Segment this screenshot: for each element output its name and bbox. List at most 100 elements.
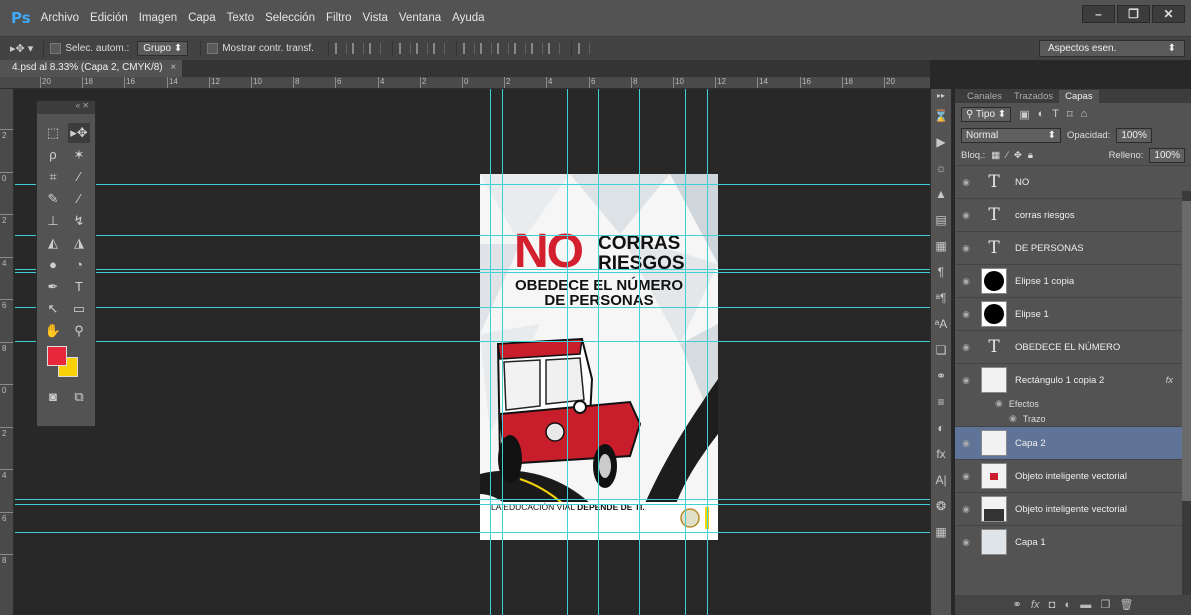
layer-row[interactable]: ◉ Capa 1 <box>955 525 1191 558</box>
history-brush-icon[interactable]: ↯ <box>68 211 90 231</box>
guide-horizontal[interactable] <box>15 307 930 308</box>
move-tool-icon[interactable]: ▸✥ ▾ <box>10 42 33 55</box>
fx-badge[interactable]: fx <box>1166 375 1173 386</box>
styles-icon[interactable]: fx <box>931 441 951 467</box>
visibility-eye-icon[interactable]: ◉ <box>955 342 977 353</box>
tool-presets-icon[interactable]: ≡ <box>931 389 951 415</box>
guide-horizontal[interactable] <box>15 184 930 185</box>
tab-close-icon[interactable]: × <box>170 62 176 73</box>
visibility-eye-icon[interactable]: ◉ <box>955 537 977 548</box>
workspace-dropdown[interactable]: Aspectos esen. ⬍ <box>1039 40 1185 57</box>
visibility-eye-icon[interactable]: ◉ <box>955 375 977 386</box>
menu-vista[interactable]: Vista <box>363 12 388 24</box>
filter-shape-icon[interactable]: ⌑ <box>1067 108 1073 121</box>
filter-type-icon[interactable]: T <box>1052 108 1059 120</box>
visibility-eye-icon[interactable]: ◉ <box>955 210 977 221</box>
auto-select-checkbox[interactable] <box>50 43 62 54</box>
move-icon[interactable]: ▸✥ <box>68 123 90 143</box>
layer-name[interactable]: Objeto inteligente vectorial <box>1015 504 1127 515</box>
layer-name[interactable]: OBEDECE EL NÚMERO <box>1015 342 1120 353</box>
path-select-icon[interactable]: ↖ <box>42 299 64 319</box>
menu-edicion[interactable]: Edición <box>90 12 128 24</box>
layer-row[interactable]: ◉ T corras riesgos <box>955 198 1191 231</box>
filter-kind-dropdown[interactable]: ⚲ Tipo ⬍ <box>961 106 1012 122</box>
minimize-button[interactable]: – <box>1082 5 1115 23</box>
visibility-eye-icon[interactable]: ◉ <box>955 309 977 320</box>
guide-horizontal[interactable] <box>15 532 930 533</box>
distribute-top-icon[interactable] <box>462 43 475 54</box>
quick-mask-icon[interactable]: ◙ <box>42 387 64 407</box>
layer-row[interactable]: ◉ Elipse 1 <box>955 297 1191 330</box>
align-top-icon[interactable] <box>334 43 347 54</box>
effects-row[interactable]: ◉ Efectos <box>955 396 1191 411</box>
crop-icon[interactable]: ⌗ <box>42 167 64 187</box>
distribute-hcenter-icon[interactable] <box>530 43 543 54</box>
mask-icon[interactable]: ◘ <box>1049 599 1056 611</box>
poster-document[interactable]: NO CORRAS RIESGOS OBEDECE EL NÚMERO DE P… <box>480 174 718 540</box>
layer-name[interactable]: Rectángulo 1 copia 2 <box>1015 375 1104 386</box>
align-bottom-icon[interactable] <box>368 43 381 54</box>
layer-row-selected[interactable]: ◉ Capa 2 <box>955 426 1191 459</box>
menu-archivo[interactable]: Archivo <box>41 12 79 24</box>
filter-pixel-icon[interactable]: ▣ <box>1019 108 1029 121</box>
align-vcenter-icon[interactable] <box>351 43 364 54</box>
healing-icon[interactable]: ✎ <box>42 189 64 209</box>
folder-icon[interactable]: ▬ <box>1080 599 1091 611</box>
zoom-icon[interactable]: ⚲ <box>68 321 90 341</box>
bucket-icon[interactable]: ◮ <box>68 233 90 253</box>
layer-name[interactable]: corras riesgos <box>1015 210 1075 221</box>
guide-horizontal[interactable] <box>15 235 930 236</box>
align-right-icon[interactable] <box>432 43 445 54</box>
navigator-icon[interactable]: ▦ <box>931 519 951 545</box>
guide-horizontal[interactable] <box>15 499 930 500</box>
menu-filtro[interactable]: Filtro <box>326 12 352 24</box>
character-styles-icon[interactable]: ᵃA <box>931 311 951 337</box>
actions-play-icon[interactable]: ▶ <box>931 129 951 155</box>
opacity-input[interactable]: 100% <box>1116 127 1152 143</box>
layer-name[interactable]: Objeto inteligente vectorial <box>1015 471 1127 482</box>
lock-pixels-icon[interactable]: ▦ <box>991 150 1000 161</box>
visibility-eye-icon[interactable]: ◉ <box>955 504 977 515</box>
ruler-top[interactable]: 20 18 16 14 12 10 8 6 4 2 0 2 4 6 8 10 12 14 16 18 20 <box>0 77 930 89</box>
fx-icon[interactable]: fx <box>1031 599 1040 611</box>
visibility-eye-icon[interactable]: ◉ <box>955 471 977 482</box>
trash-icon[interactable]: 🗑︎ <box>1120 599 1134 611</box>
hand-icon[interactable]: ✋ <box>42 321 64 341</box>
eye-icon[interactable]: ◉ <box>995 398 1003 409</box>
notes-icon[interactable]: ▦ <box>931 233 951 259</box>
layer-row[interactable]: ◉ Objeto inteligente vectorial <box>955 459 1191 492</box>
adjustment-layer-icon[interactable]: ◐ <box>1064 599 1071 611</box>
character-icon[interactable]: A| <box>931 467 951 493</box>
link-icon[interactable]: ⚭ <box>1013 599 1022 611</box>
swatches-icon[interactable]: ❂ <box>931 493 951 519</box>
dodge-icon[interactable]: ◔ <box>68 255 90 275</box>
layer-row[interactable]: ◉ T OBEDECE EL NÚMERO <box>955 330 1191 363</box>
visibility-eye-icon[interactable]: ◉ <box>955 243 977 254</box>
paragraph-styles-icon[interactable]: ᵃ¶ <box>931 285 951 311</box>
brush-presets-icon[interactable]: ◐ <box>931 415 951 441</box>
brush-icon[interactable]: ∕ <box>68 189 90 209</box>
guide-vertical[interactable] <box>567 89 568 615</box>
menu-imagen[interactable]: Imagen <box>139 12 177 24</box>
screen-mode-icon[interactable]: ⧉ <box>68 387 90 407</box>
visibility-eye-icon[interactable]: ◉ <box>955 276 977 287</box>
guide-horizontal[interactable] <box>15 269 930 270</box>
color-swatches[interactable] <box>45 342 95 386</box>
histogram-icon[interactable]: ▲ <box>931 181 951 207</box>
layer-comps-icon[interactable]: ❏ <box>931 337 951 363</box>
distribute-bottom-icon[interactable] <box>496 43 509 54</box>
eye-icon[interactable]: ◉ <box>1009 413 1017 424</box>
filter-adjust-icon[interactable]: ◐ <box>1038 108 1045 120</box>
distribute-left-icon[interactable] <box>513 43 526 54</box>
clone-source-icon[interactable]: ⚭ <box>931 363 951 389</box>
tab-capas[interactable]: Capas <box>1059 90 1099 103</box>
layer-row[interactable]: ◉ T NO <box>955 165 1191 198</box>
stamp-icon[interactable]: ⊥ <box>42 211 64 231</box>
eraser-icon[interactable]: ◭ <box>42 233 64 253</box>
guide-vertical[interactable] <box>707 89 708 615</box>
guide-horizontal[interactable] <box>15 272 930 273</box>
align-left-icon[interactable] <box>398 43 411 54</box>
new-layer-icon[interactable]: ❐ <box>1100 599 1110 611</box>
auto-align-icon[interactable] <box>577 43 590 54</box>
canvas-area[interactable]: NO CORRAS RIESGOS OBEDECE EL NÚMERO DE P… <box>15 89 930 615</box>
